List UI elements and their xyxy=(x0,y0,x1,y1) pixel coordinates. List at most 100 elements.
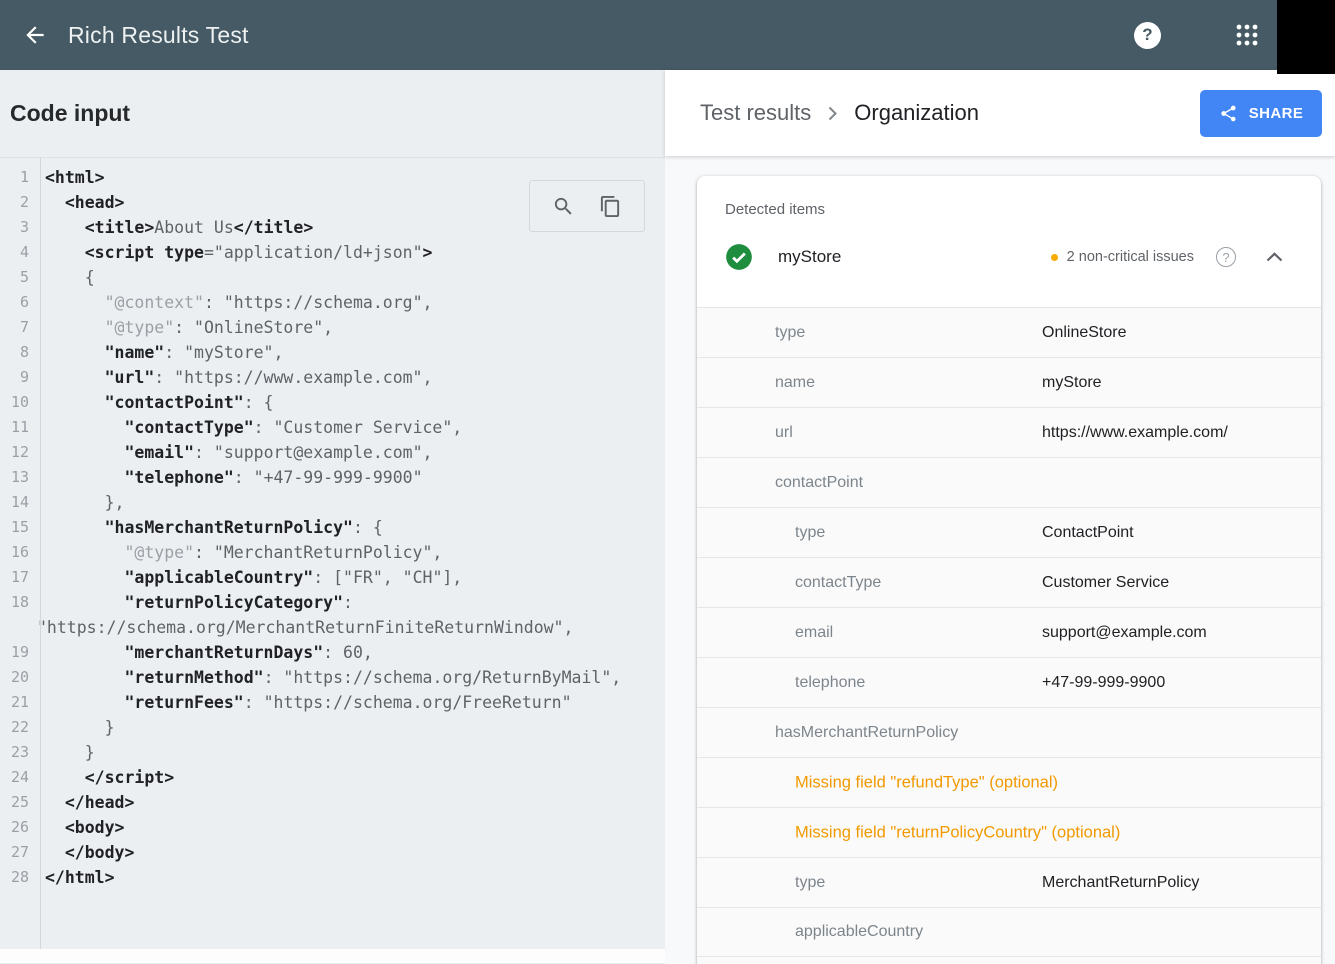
detected-items-label: Detected items xyxy=(725,201,1283,218)
line-number: 4 xyxy=(0,240,36,265)
breadcrumb-current: Organization xyxy=(854,100,979,126)
chevron-right-icon xyxy=(827,105,838,122)
code-line: 14 }, xyxy=(0,490,665,515)
code-line: 18 "returnPolicyCategory": xyxy=(0,590,665,615)
property-label: url xyxy=(775,424,793,442)
issues-badge: 2 non-critical issues ? xyxy=(1051,247,1283,267)
line-number: 23 xyxy=(0,740,36,765)
line-number: 19 xyxy=(0,640,36,665)
code-lines: 1<html>2 <head>3 <title>About Us</title>… xyxy=(0,158,665,890)
code-line: 26 <body> xyxy=(0,815,665,840)
code-line: 4 <script type="application/ld+json"> xyxy=(0,240,665,265)
arrow-left-icon xyxy=(22,22,48,48)
code-line: 24 </script> xyxy=(0,765,665,790)
question-mark-icon: ? xyxy=(1142,25,1152,45)
share-button[interactable]: SHARE xyxy=(1200,90,1322,137)
warning-dot-icon xyxy=(1051,254,1058,261)
issues-text: 2 non-critical issues xyxy=(1067,249,1194,265)
profile-area[interactable] xyxy=(1277,0,1335,74)
test-results-panel: Test results Organization SHARE Detected… xyxy=(665,70,1335,964)
share-icon xyxy=(1219,104,1238,123)
code-line: 21 "returnFees": "https://schema.org/Fre… xyxy=(0,690,665,715)
gutter-divider xyxy=(40,158,41,949)
line-number: 7 xyxy=(0,315,36,340)
apps-grid-icon xyxy=(1235,23,1259,47)
property-label: contactType xyxy=(795,574,881,592)
line-number: 5 xyxy=(0,265,36,290)
property-value: MerchantReturnPolicy xyxy=(1042,874,1199,892)
code-input-title: Code input xyxy=(0,70,665,158)
entity-name: myStore xyxy=(778,247,841,267)
code-line: 6 "@context": "https://schema.org", xyxy=(0,290,665,315)
property-row: urlhttps://www.example.com/ xyxy=(697,407,1321,457)
code-line: 17 "applicableCountry": ["FR", "CH"], xyxy=(0,565,665,590)
code-line: 7 "@type": "OnlineStore", xyxy=(0,315,665,340)
code-line: "https://schema.org/MerchantReturnFinite… xyxy=(0,615,665,640)
line-number: 25 xyxy=(0,790,36,815)
code-input-panel: Code input 1<html>2 <head>3 <title>About… xyxy=(0,70,665,964)
code-line: 11 "contactType": "Customer Service", xyxy=(0,415,665,440)
back-button[interactable] xyxy=(14,14,56,56)
property-row: applicableCountry xyxy=(697,907,1321,957)
code-line: 5 { xyxy=(0,265,665,290)
apps-grid-button[interactable] xyxy=(1235,23,1259,47)
property-row: namemyStore xyxy=(697,357,1321,407)
results-header: Test results Organization SHARE xyxy=(665,70,1335,156)
card-header: Detected items myStore 2 non-critical is… xyxy=(697,176,1321,307)
line-number: 10 xyxy=(0,390,36,415)
code-line: 9 "url": "https://www.example.com", xyxy=(0,365,665,390)
breadcrumb-test-results[interactable]: Test results xyxy=(700,100,811,126)
line-number: 24 xyxy=(0,765,36,790)
warning-row[interactable]: Missing field "returnPolicyCountry" (opt… xyxy=(697,807,1321,857)
line-number: 28 xyxy=(0,865,36,890)
collapse-button[interactable] xyxy=(1266,252,1283,262)
line-number: 11 xyxy=(0,415,36,440)
property-row: type OnlineStore xyxy=(697,307,1321,357)
warning-text: Missing field "returnPolicyCountry" (opt… xyxy=(795,823,1120,842)
app-bar-actions: ? xyxy=(1134,22,1259,49)
code-line: 27 </body> xyxy=(0,840,665,865)
line-number: 3 xyxy=(0,215,36,240)
code-line: 20 "returnMethod": "https://schema.org/R… xyxy=(0,665,665,690)
code-line: 10 "contactPoint": { xyxy=(0,390,665,415)
property-row: emailsupport@example.com xyxy=(697,607,1321,657)
property-table: type OnlineStore namemyStoreurlhttps://www… xyxy=(697,307,1321,964)
property-value: OnlineStore xyxy=(1042,324,1127,342)
line-number xyxy=(0,615,36,640)
property-row: hasMerchantReturnPolicy xyxy=(697,707,1321,757)
code-line: 23 } xyxy=(0,740,665,765)
line-number: 2 xyxy=(0,190,36,215)
property-value: Customer Service xyxy=(1042,574,1169,592)
line-number: 9 xyxy=(0,365,36,390)
line-number: 15 xyxy=(0,515,36,540)
copy-code-button[interactable] xyxy=(599,195,622,218)
line-number: 14 xyxy=(0,490,36,515)
property-label: contactPoint xyxy=(775,474,863,492)
line-number: 8 xyxy=(0,340,36,365)
line-number: 20 xyxy=(0,665,36,690)
help-button[interactable]: ? xyxy=(1134,22,1161,49)
property-label: telephone xyxy=(795,674,865,692)
code-line: 16 "@type": "MerchantReturnPolicy", xyxy=(0,540,665,565)
property-value: support@example.com xyxy=(1042,624,1207,642)
line-number: 17 xyxy=(0,565,36,590)
app-bar: Rich Results Test ? xyxy=(0,0,1335,70)
app-title: Rich Results Test xyxy=(68,22,249,49)
issues-help-button[interactable]: ? xyxy=(1216,247,1236,267)
line-number: 18 xyxy=(0,590,36,615)
line-number: 6 xyxy=(0,290,36,315)
detected-items-card: Detected items myStore 2 non-critical is… xyxy=(697,176,1321,964)
copy-icon xyxy=(599,195,622,218)
property-value: +47-99-999-9900 xyxy=(1042,674,1165,692)
property-label: hasMerchantReturnPolicy xyxy=(775,724,958,742)
warning-row[interactable]: Missing field "refundType" (optional) xyxy=(697,757,1321,807)
check-circle-icon xyxy=(725,243,753,271)
property-label: type xyxy=(775,324,805,342)
property-label: name xyxy=(775,374,815,392)
horizontal-scrollbar[interactable] xyxy=(0,949,665,963)
search-code-button[interactable] xyxy=(552,195,575,218)
editor-toolbar xyxy=(529,180,645,232)
code-editor[interactable]: 1<html>2 <head>3 <title>About Us</title>… xyxy=(0,158,665,963)
code-line: 12 "email": "support@example.com", xyxy=(0,440,665,465)
property-row: contactType Customer Service xyxy=(697,557,1321,607)
